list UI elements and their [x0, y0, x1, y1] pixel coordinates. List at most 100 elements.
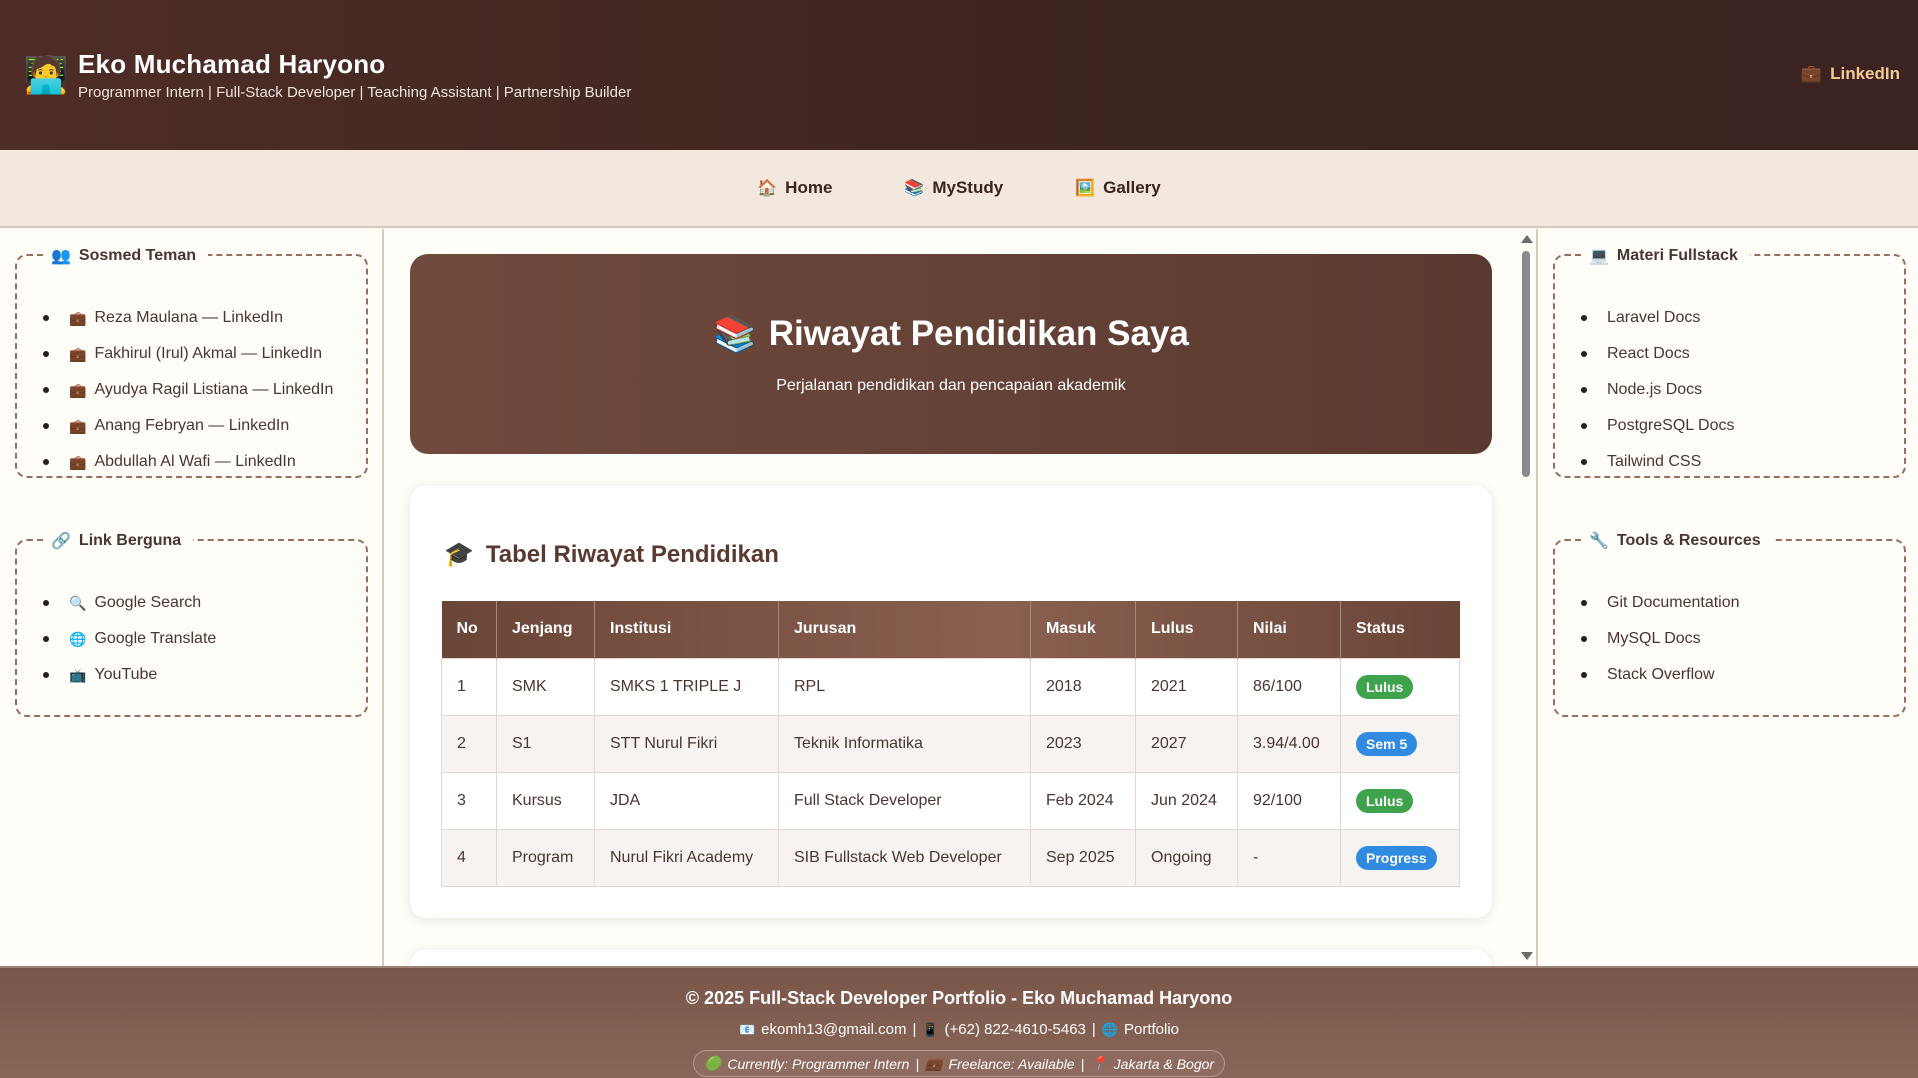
google-translate-link[interactable]: Google Translate [94, 630, 216, 648]
hero-subtitle: Perjalanan pendidikan dan pencapaian aka… [776, 376, 1126, 394]
list-item: 📺 YouTube [43, 657, 366, 693]
site-owner-name: Eko Muchamad Haryono [78, 49, 386, 79]
footer-phone[interactable]: (+62) 822-4610-5463 [945, 1021, 1086, 1038]
briefcase-icon: 💼 [69, 381, 87, 398]
cell-nilai: 86/100 [1237, 657, 1341, 716]
friend-link[interactable]: Ayudya Ragil Listiana — LinkedIn [94, 381, 333, 399]
status-badge: Lulus [1356, 674, 1414, 699]
hero-title-text: Riwayat Pendidikan Saya [768, 314, 1189, 353]
picture-icon: 🖼️ [1075, 180, 1096, 197]
list-item: React Docs [1581, 336, 1904, 372]
cell-status: Lulus [1340, 657, 1460, 716]
scroll-up-arrow-icon[interactable] [1521, 235, 1533, 243]
separator: | [1080, 1055, 1085, 1072]
links-box-title: 🔗 Link Berguna [45, 531, 194, 551]
site-footer: © 2025 Full-Stack Developer Portfolio - … [0, 966, 1918, 1078]
google-search-link[interactable]: Google Search [94, 594, 201, 612]
bullet [43, 636, 49, 642]
status-location: Jakarta & Bogor [1113, 1055, 1215, 1072]
mysql-docs-link[interactable]: MySQL Docs [1607, 630, 1701, 648]
friend-link[interactable]: Abdullah Al Wafi — LinkedIn [94, 453, 295, 471]
tools-title-text: Tools & Resources [1616, 532, 1761, 549]
column-header: Lulus [1135, 601, 1238, 658]
main-scrollbar[interactable] [1518, 229, 1534, 966]
laravel-docs-link[interactable]: Laravel Docs [1607, 309, 1700, 327]
links-title-text: Link Berguna [78, 532, 182, 549]
footer-status-pill: 🟢 Currently: Programmer Intern | 💼 Freel… [692, 1050, 1226, 1077]
list-item: 💼 Reza Maulana — LinkedIn [43, 300, 366, 336]
status-current: Currently: Programmer Intern [727, 1055, 910, 1072]
right-sidebar: 💻 Materi Fullstack Laravel Docs React Do… [1536, 229, 1918, 966]
status-badge: Progress [1356, 845, 1437, 870]
bullet [1581, 459, 1587, 465]
list-item: Stack Overflow [1581, 657, 1904, 693]
postgresql-docs-link[interactable]: PostgreSQL Docs [1607, 417, 1734, 435]
git-docs-link[interactable]: Git Documentation [1607, 594, 1740, 612]
friends-social-box: 👥 Sosmed Teman 💼 Reza Maulana — LinkedIn … [15, 246, 368, 480]
fullstack-materials-box: 💻 Materi Fullstack Laravel Docs React Do… [1553, 246, 1906, 478]
briefcase-icon: 💼 [925, 1055, 943, 1071]
cell-no: 2 [441, 714, 497, 773]
cell-institusi: Nurul Fikri Academy [594, 828, 779, 887]
bullet [43, 351, 49, 357]
column-header: Nilai [1237, 601, 1341, 658]
hero-banner: 📚 Riwayat Pendidikan Saya Perjalanan pen… [410, 254, 1492, 454]
friends-title-text: Sosmed Teman [78, 247, 196, 264]
friend-link[interactable]: Anang Febryan — LinkedIn [94, 417, 289, 435]
cell-institusi: SMKS 1 TRIPLE J [594, 657, 779, 716]
left-sidebar: 👥 Sosmed Teman 💼 Reza Maulana — LinkedIn … [0, 229, 384, 966]
briefcase-icon: 💼 [1800, 64, 1823, 83]
cell-jenjang: S1 [496, 714, 595, 773]
main-nav: 🏠 Home 📚 MyStudy 🖼️ Gallery [0, 150, 1918, 228]
scrollbar-thumb[interactable] [1522, 251, 1530, 477]
cell-nilai: 3.94/4.00 [1237, 714, 1341, 773]
cell-jenjang: Program [496, 828, 595, 887]
briefcase-icon: 💼 [69, 453, 87, 470]
friend-link[interactable]: Reza Maulana — LinkedIn [94, 309, 283, 327]
hero-title: 📚 Riwayat Pendidikan Saya [713, 314, 1189, 355]
tools-box-title: 🔧 Tools & Resources [1583, 531, 1773, 551]
list-item: 💼 Ayudya Ragil Listiana — LinkedIn [43, 372, 366, 408]
laptop-icon: 💻 [1589, 248, 1609, 265]
column-header: Status [1356, 620, 1405, 638]
separator: | [915, 1055, 920, 1072]
footer-portfolio-link[interactable]: Portfolio [1124, 1021, 1179, 1038]
react-docs-link[interactable]: React Docs [1607, 345, 1690, 363]
bullet [43, 600, 49, 606]
nav-item-label: Gallery [1103, 178, 1161, 197]
tailwind-css-link[interactable]: Tailwind CSS [1607, 453, 1701, 471]
cell-status: Progress [1340, 828, 1460, 887]
list-item: 🌐 Google Translate [43, 621, 366, 657]
bullet [43, 423, 49, 429]
email-icon: 📧 [738, 1021, 756, 1037]
footer-title: © 2025 Full-Stack Developer Portfolio - … [685, 988, 1233, 1008]
cell-lulus: 2021 [1135, 657, 1238, 716]
phone-icon: 📱 [922, 1021, 939, 1037]
list-item: 💼 Anang Febryan — LinkedIn [43, 408, 366, 444]
cell-no: 4 [441, 828, 497, 887]
tv-icon: 📺 [69, 666, 87, 683]
list-item: 💼 Abdullah Al Wafi — LinkedIn [43, 444, 366, 480]
nav-item-label: Home [785, 178, 833, 197]
stack-overflow-link[interactable]: Stack Overflow [1607, 666, 1715, 684]
graduation-cap-icon: 🎓 [444, 541, 474, 568]
friend-link[interactable]: Fakhirul (Irul) Akmal — LinkedIn [94, 345, 322, 363]
header-linkedin-link[interactable]: 💼 LinkedIn [1801, 64, 1900, 84]
list-item: Git Documentation [1581, 585, 1904, 621]
tools-resources-box: 🔧 Tools & Resources Git Documentation My… [1553, 531, 1906, 717]
briefcase-icon: 💼 [69, 417, 87, 434]
nav-item-label: MyStudy [932, 178, 1004, 197]
cell-masuk: Sep 2025 [1030, 828, 1136, 887]
nav-item-gallery[interactable]: 🖼️ Gallery [1075, 178, 1161, 198]
cell-nilai: 92/100 [1237, 771, 1341, 830]
list-item: PostgreSQL Docs [1581, 408, 1904, 444]
table-row: 1 SMK SMKS 1 TRIPLE J RPL 2018 2021 86/1… [441, 657, 1460, 716]
scroll-down-arrow-icon[interactable] [1521, 952, 1533, 960]
nodejs-docs-link[interactable]: Node.js Docs [1607, 381, 1702, 399]
footer-email[interactable]: ekomh13@gmail.com [761, 1021, 906, 1038]
separator: | [1091, 1021, 1096, 1038]
youtube-link[interactable]: YouTube [94, 666, 157, 684]
nav-item-home[interactable]: 🏠 Home [757, 178, 832, 198]
cell-status: Sem 5 [1340, 714, 1460, 773]
nav-item-mystudy[interactable]: 📚 MyStudy [904, 178, 1003, 198]
